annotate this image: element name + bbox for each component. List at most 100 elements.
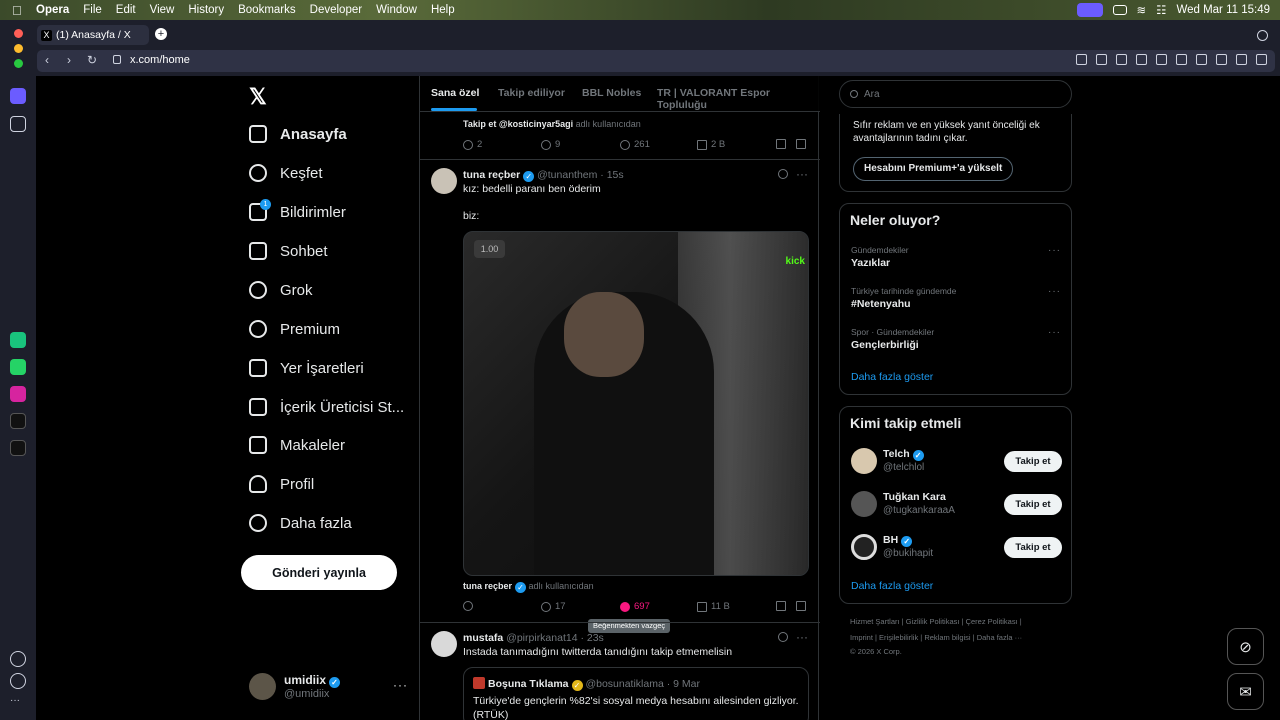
apple-icon[interactable]:  [12, 3, 26, 18]
minimize-window-button[interactable] [14, 44, 23, 53]
nav-more[interactable]: Daha fazla [249, 514, 352, 532]
tagged-users[interactable]: Takip et @kosticinyar5agi adlı kullanıcı… [463, 119, 641, 129]
reload-icon[interactable]: ↻ [87, 53, 97, 67]
chatgpt-icon[interactable] [10, 332, 26, 348]
back-icon[interactable]: ‹ [45, 53, 49, 67]
author-handle[interactable]: @tunanthem · 15s [537, 169, 624, 181]
nav-bookmarks[interactable]: Yer İşaretleri [249, 359, 364, 377]
tweet-more-icon[interactable]: ··· [796, 167, 808, 181]
bookmark-button[interactable] [776, 601, 790, 611]
like-button[interactable]: 697 [620, 601, 650, 612]
views-button[interactable]: 2 B [697, 139, 725, 150]
nav-explore[interactable]: Keşfet [249, 164, 323, 182]
tab-following[interactable]: Takip ediliyor [498, 87, 565, 99]
account-more-icon[interactable]: ··· [393, 678, 408, 692]
wifi-icon[interactable]: ≋ [1137, 3, 1147, 17]
nav-notifications[interactable]: 1 Bildirimler [249, 199, 346, 221]
tab-search-icon[interactable] [1257, 30, 1268, 41]
whatsapp-icon[interactable] [10, 359, 26, 375]
nav-premium[interactable]: Premium [249, 320, 340, 338]
new-tab-button[interactable]: + [155, 28, 167, 40]
like-button[interactable]: 261 [620, 139, 650, 150]
trend-name[interactable]: Yazıklar [851, 257, 890, 269]
share-button[interactable] [796, 139, 810, 149]
post-button[interactable]: Gönderi yayınla [241, 555, 397, 590]
close-window-button[interactable] [14, 29, 23, 38]
share-icon[interactable] [1076, 54, 1087, 65]
easy-setup-icon[interactable] [1216, 54, 1227, 65]
author-name[interactable]: tuna reçber [463, 169, 520, 181]
search-input[interactable]: Ara [839, 80, 1072, 108]
messages-float-button[interactable]: ✉ [1227, 673, 1264, 710]
tiktok-icon[interactable] [10, 413, 26, 429]
x-logo-icon[interactable]: 𝕏 [249, 84, 267, 110]
tweet-more-icon[interactable]: ··· [796, 630, 808, 644]
tagged-users[interactable]: tuna reçber ✓ adlı kullanıcıdan [463, 581, 594, 593]
opera-home-icon[interactable] [10, 88, 26, 104]
share-button[interactable] [796, 601, 810, 611]
menu-window[interactable]: Window [376, 4, 417, 16]
pinboard-icon[interactable] [10, 116, 26, 132]
avatar[interactable] [851, 534, 877, 560]
follow-button[interactable]: Takip et [1004, 451, 1062, 472]
footer-links-2[interactable]: Imprint | Erişilebilirlik | Reklam bilgi… [850, 633, 1022, 642]
nav-home[interactable]: Anasayfa [249, 125, 347, 143]
author-handle[interactable]: @pirpirkanat14 · 23s [506, 632, 604, 644]
trends-show-more[interactable]: Daha fazla göster [851, 371, 933, 383]
retweet-button[interactable]: 17 [541, 601, 566, 612]
suggestion-name[interactable]: Telch ✓ [883, 448, 924, 461]
menu-developer[interactable]: Developer [310, 4, 362, 16]
address-bar[interactable]: ‹ › ↻ x.com/home [37, 50, 1275, 72]
trend-more-icon[interactable]: ··· [1048, 245, 1061, 256]
shield-icon[interactable] [1116, 54, 1127, 65]
suggestion-name[interactable]: Tuğkan Kara [883, 491, 946, 503]
menu-help[interactable]: Help [431, 4, 455, 16]
playback-rate[interactable]: 1.00 [474, 240, 505, 258]
bookmark-button[interactable] [776, 139, 790, 149]
nav-grok[interactable]: Grok [249, 281, 313, 299]
grok-explain-icon[interactable] [778, 632, 792, 642]
footer-links-1[interactable]: Hizmet Şartları | Gizlilik Politikası | … [850, 617, 1022, 626]
extension-icon[interactable] [1136, 54, 1147, 65]
download-icon[interactable] [1196, 54, 1207, 65]
x-app-icon[interactable] [10, 440, 26, 456]
menu-file[interactable]: File [83, 4, 102, 16]
avatar[interactable] [851, 491, 877, 517]
zoom-window-button[interactable] [14, 59, 23, 68]
browser-tab[interactable]: X (1) Anasayfa / X [37, 25, 149, 45]
trend-name[interactable]: Gençlerbirliği [851, 339, 919, 351]
menubar-clock[interactable]: Wed Mar 11 15:49 [1176, 4, 1270, 16]
profile-icon[interactable] [1236, 54, 1247, 65]
favorites-icon[interactable] [10, 651, 26, 667]
nav-messages[interactable]: Sohbet [249, 242, 328, 260]
nav-creator-studio[interactable]: İçerik Üreticisi St... [249, 398, 404, 416]
battery-icon[interactable] [1112, 5, 1127, 15]
account-switcher[interactable]: umidiix ✓ @umidiix [249, 673, 341, 700]
nav-articles[interactable]: Makaleler [249, 436, 345, 454]
control-center-icon[interactable]: ☷ [1156, 3, 1166, 17]
grok-explain-icon[interactable] [778, 169, 792, 179]
menu-bookmarks[interactable]: Bookmarks [238, 4, 296, 16]
reply-button[interactable]: 2 [463, 139, 482, 150]
retweet-button[interactable]: 9 [541, 139, 560, 150]
instagram-icon[interactable] [10, 386, 26, 402]
trend-more-icon[interactable]: ··· [1048, 327, 1061, 338]
camera-icon[interactable] [1096, 54, 1107, 65]
heart-icon[interactable] [1176, 54, 1187, 65]
tab-bbl-nobles[interactable]: BBL Nobles [582, 87, 641, 99]
avatar[interactable] [431, 168, 457, 194]
trend-name[interactable]: #Netenyahu [851, 298, 911, 310]
tab-for-you[interactable]: Sana özel [431, 87, 479, 99]
quoted-tweet[interactable]: Boşuna Tıklama ✓ @bosunatiklama · 9 Mar T… [463, 667, 809, 720]
sidebar-more-icon[interactable]: ··· [10, 695, 26, 711]
follow-button[interactable]: Takip et [1004, 537, 1062, 558]
author-name[interactable]: mustafa [463, 632, 503, 644]
forward-icon[interactable]: › [67, 53, 71, 67]
menu-app[interactable]: Opera [36, 4, 69, 16]
tweet-video[interactable]: 1.00 kick [463, 231, 809, 576]
url-text[interactable]: x.com/home [130, 54, 190, 66]
status-app-icon[interactable] [1076, 3, 1103, 17]
reply-button[interactable] [463, 601, 477, 611]
menu-edit[interactable]: Edit [116, 4, 136, 16]
premium-upgrade-button[interactable]: Hesabını Premium+'a yükselt [853, 157, 1014, 181]
